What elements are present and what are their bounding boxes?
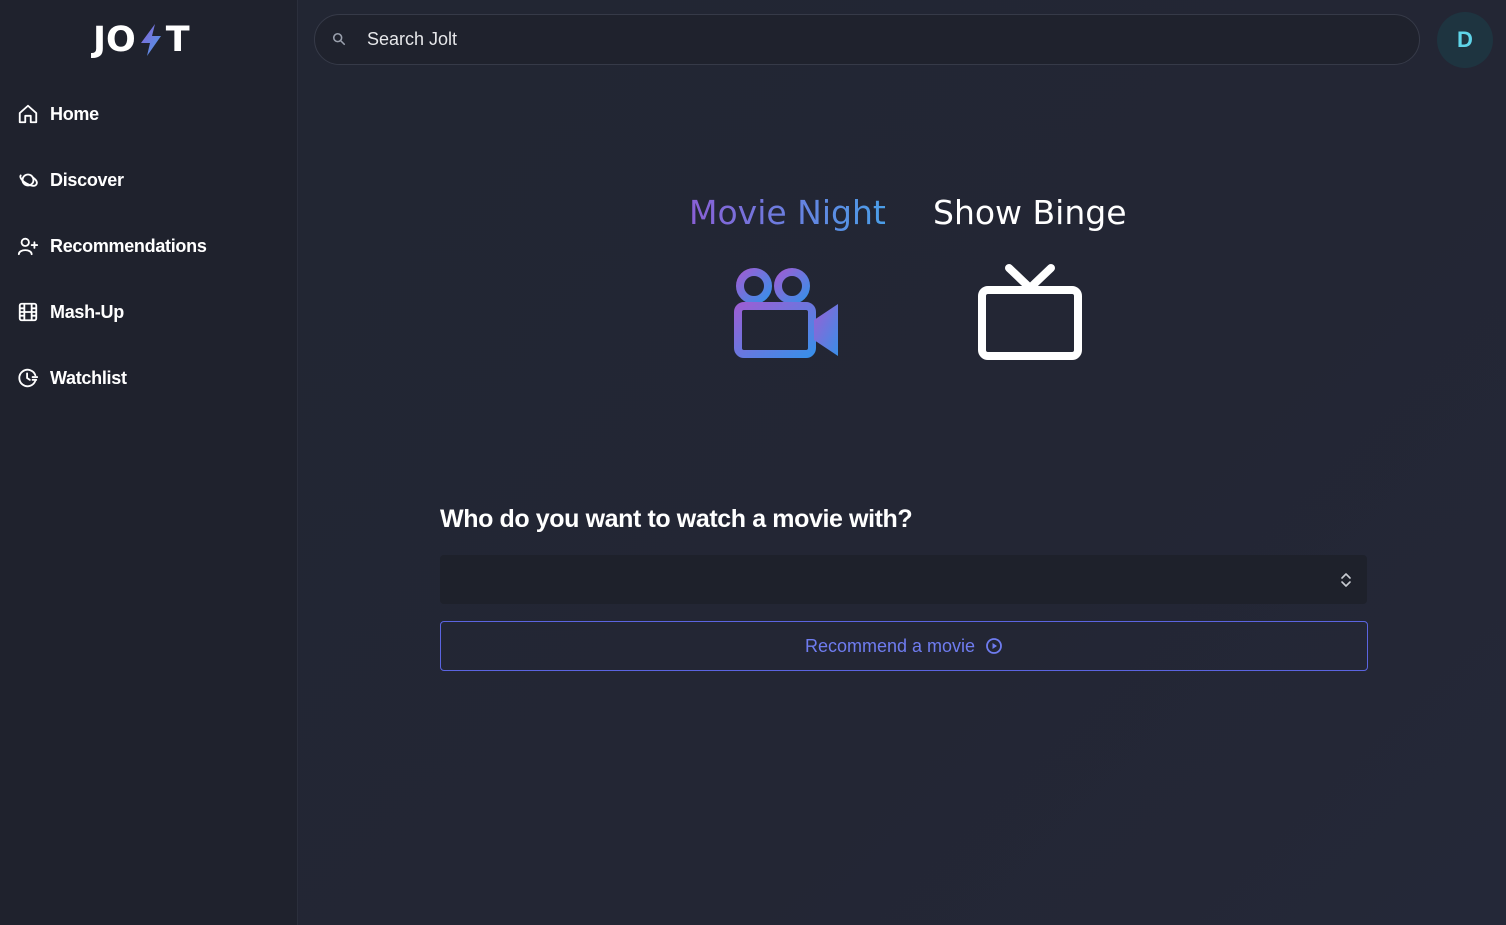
tab-movie-night[interactable]: Movie Night xyxy=(689,190,886,365)
sidebar-item-label: Recommendations xyxy=(50,235,207,256)
search-bar[interactable] xyxy=(314,14,1420,65)
tab-show-binge[interactable]: Show Binge xyxy=(933,190,1127,365)
logo-text-left: JO xyxy=(93,20,136,60)
video-camera-icon xyxy=(734,264,840,365)
jolt-logo[interactable]: JO T xyxy=(93,22,190,58)
logo-text-right: T xyxy=(165,20,190,60)
lightning-bolt-icon xyxy=(137,23,165,57)
sidebar: JO T Home Discover Recommendations Mash-… xyxy=(0,0,298,925)
sidebar-item-label: Discover xyxy=(50,169,124,190)
planet-icon xyxy=(16,168,40,192)
recommend-button-label: Recommend a movie xyxy=(804,635,976,656)
sidebar-item-label: Mash-Up xyxy=(50,301,124,322)
sidebar-item-label: Watchlist xyxy=(50,367,127,388)
user-avatar[interactable]: D xyxy=(1437,12,1493,68)
show-binge-label: Show Binge xyxy=(933,193,1127,232)
recommend-movie-button[interactable]: Recommend a movie xyxy=(440,621,1368,671)
companion-select[interactable] xyxy=(440,555,1367,604)
sidebar-item-watchlist[interactable]: Watchlist xyxy=(16,362,127,394)
watch-with-question: Who do you want to watch a movie with? xyxy=(440,505,913,533)
chevron-up-down-icon xyxy=(1341,572,1351,587)
sidebar-item-discover[interactable]: Discover xyxy=(16,164,124,196)
sidebar-item-recommendations[interactable]: Recommendations xyxy=(16,230,207,262)
play-circle-icon xyxy=(985,637,1003,655)
sidebar-item-label: Home xyxy=(50,103,99,124)
tv-icon xyxy=(977,264,1083,365)
home-icon xyxy=(16,102,40,126)
search-input[interactable] xyxy=(365,28,1419,51)
sidebar-item-mash-up[interactable]: Mash-Up xyxy=(16,296,124,328)
film-icon xyxy=(16,300,40,324)
sidebar-item-home[interactable]: Home xyxy=(16,98,99,130)
clock-list-icon xyxy=(16,366,40,390)
user-plus-icon xyxy=(16,234,40,258)
main-content: D Movie Night Sho xyxy=(298,0,1506,925)
search-icon xyxy=(332,32,348,48)
movie-night-label: Movie Night xyxy=(689,190,886,236)
app-root: JO T Home Discover Recommendations Mash-… xyxy=(0,0,1506,925)
